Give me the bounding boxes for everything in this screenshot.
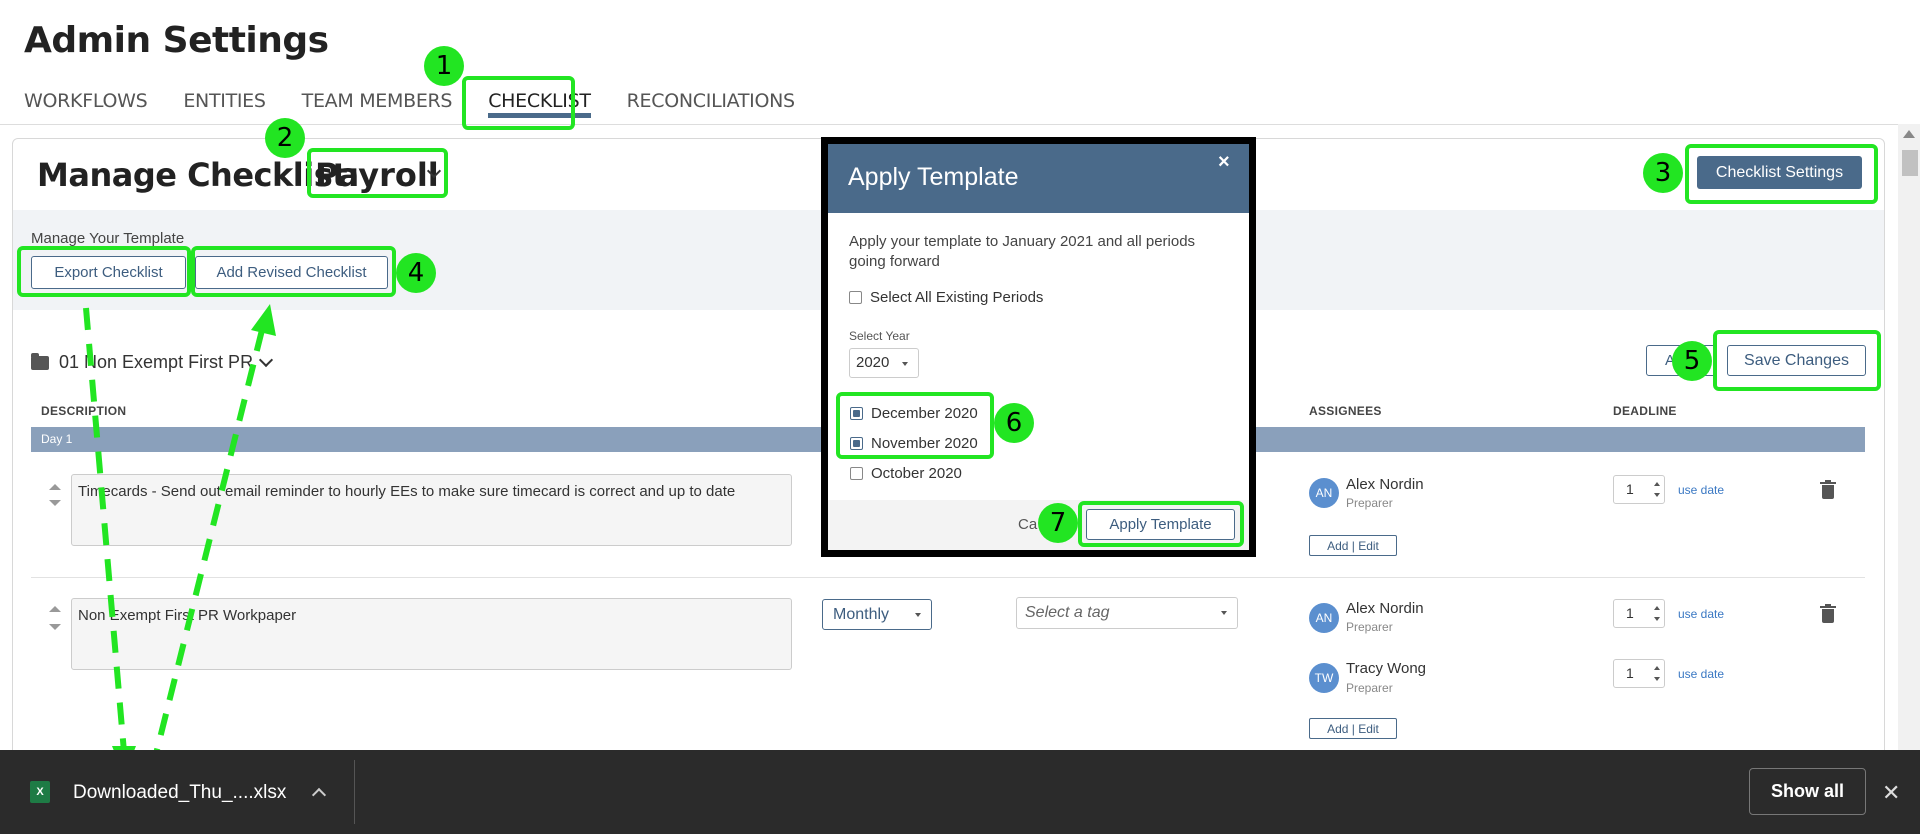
annotation-arrows: [83, 304, 276, 776]
download-bar: [0, 750, 1920, 834]
downloaded-file-name[interactable]: Downloaded_Thu_....xlsx: [73, 782, 286, 804]
excel-file-icon: X: [30, 781, 50, 803]
download-bar-divider: [354, 760, 355, 824]
arrow-up-line: [149, 329, 265, 771]
arrow-up-head: [251, 304, 276, 336]
close-icon[interactable]: ✕: [1882, 780, 1900, 806]
arrow-down-line: [83, 307, 127, 753]
show-all-downloads-button[interactable]: Show all: [1749, 768, 1866, 815]
